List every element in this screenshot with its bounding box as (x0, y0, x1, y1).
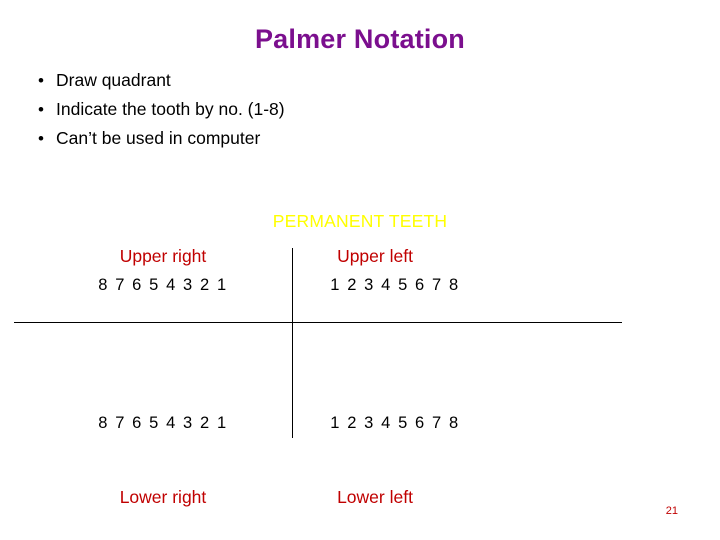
lower-left-numbers: 1 2 3 4 5 6 7 8 (330, 414, 460, 432)
upper-left-numbers: 1 2 3 4 5 6 7 8 (330, 276, 460, 294)
list-item: • Draw quadrant (34, 70, 674, 90)
bullet-list: • Draw quadrant • Indicate the tooth by … (34, 70, 674, 159)
permanent-teeth-heading: PERMANENT TEETH (272, 211, 448, 231)
list-item-label: Draw quadrant (56, 70, 171, 90)
list-item: • Indicate the tooth by no. (1-8) (34, 98, 674, 119)
upper-right-numbers: 8 7 6 5 4 3 2 1 (98, 276, 228, 294)
upper-left-label: Upper left (337, 246, 413, 266)
bullet-icon: • (38, 71, 44, 90)
lower-right-label: Lower right (119, 487, 207, 507)
slide: Palmer Notation • Draw quadrant • Indica… (0, 0, 720, 540)
page-number: 21 (665, 505, 678, 517)
horizontal-divider-line (14, 322, 622, 323)
lower-left-label: Lower left (337, 487, 413, 507)
list-item-label: Can’t be used in computer (56, 127, 261, 148)
list-item-label: Indicate the tooth by no. (1-8) (56, 98, 285, 119)
upper-right-label: Upper right (119, 246, 207, 266)
bullet-icon: • (38, 99, 44, 119)
page-title: Palmer Notation (254, 24, 466, 54)
bullet-icon: • (38, 128, 44, 148)
vertical-divider-line (292, 248, 293, 438)
lower-right-numbers: 8 7 6 5 4 3 2 1 (98, 414, 228, 432)
palmer-notation-diagram: PERMANENT TEETH Upper right 8 7 6 5 4 3 … (0, 200, 720, 530)
list-item: • Can’t be used in computer (34, 127, 674, 148)
